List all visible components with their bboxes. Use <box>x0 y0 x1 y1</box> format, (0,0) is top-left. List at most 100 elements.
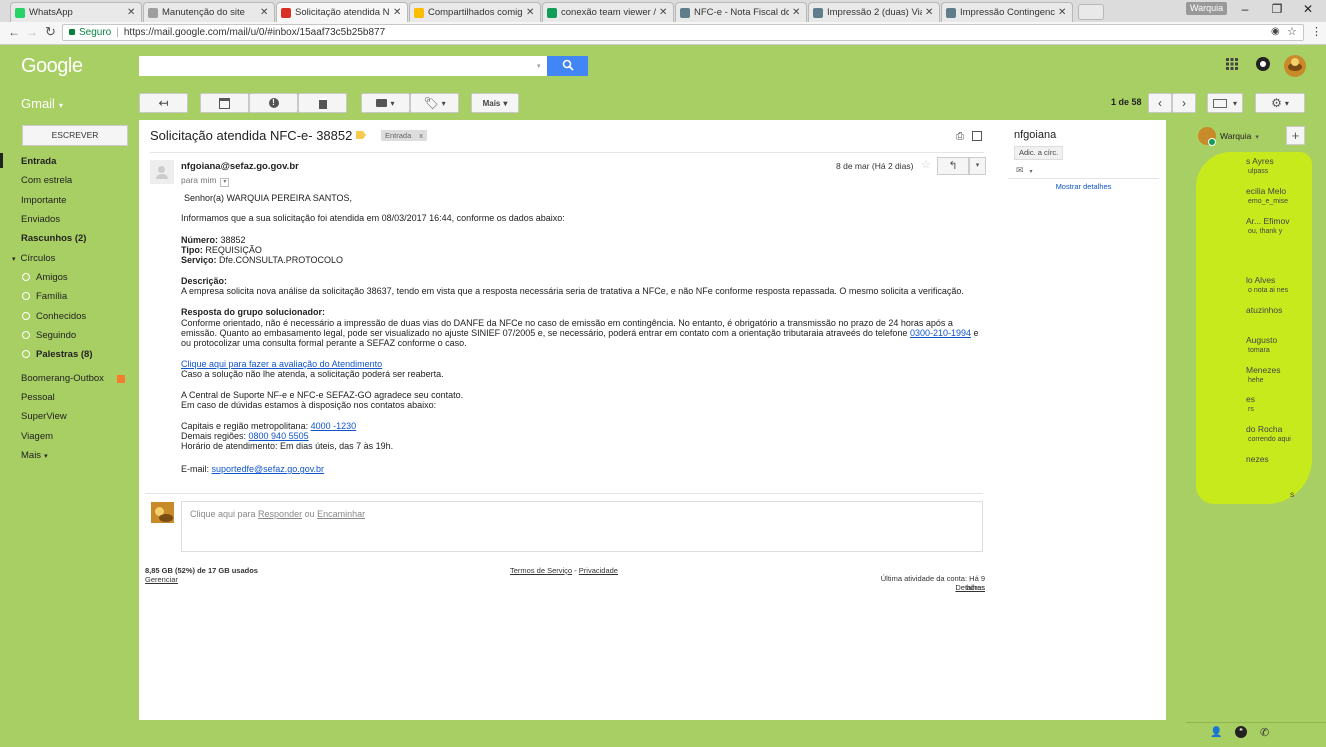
chat-contact-name[interactable]: Augusto <box>1246 335 1277 345</box>
bookmark-star-icon[interactable]: ☆ <box>1287 25 1297 38</box>
chat-contact-name[interactable]: nezes <box>1246 454 1269 464</box>
apps-grid-icon[interactable] <box>1226 58 1238 70</box>
chat-contact-name[interactable]: lo Alves <box>1246 275 1275 285</box>
delete-button[interactable] <box>298 93 347 113</box>
sidebar-item[interactable]: Seguindo <box>22 330 76 341</box>
browser-tab[interactable]: Manutenção do site ✕ <box>143 2 275 22</box>
archive-button[interactable] <box>200 93 249 113</box>
mail-icon[interactable]: ✉ ▾ <box>1016 165 1033 176</box>
sidebar-item[interactable]: Pessoal <box>21 392 55 403</box>
tab-close-icon[interactable]: ✕ <box>1058 7 1068 18</box>
recipient-line[interactable]: para mim ▾ <box>181 175 230 187</box>
sidebar-item[interactable]: Viagem <box>21 431 53 442</box>
tab-close-icon[interactable]: ✕ <box>127 7 137 18</box>
tab-close-icon[interactable]: ✕ <box>792 7 802 18</box>
sidebar-item[interactable]: Importante <box>21 195 66 206</box>
gmail-menu[interactable]: Gmail ▾ <box>21 96 63 111</box>
manage-storage-link[interactable]: Gerenciar <box>145 575 178 584</box>
hangouts-icon[interactable]: ❝ <box>1235 726 1247 738</box>
more-actions-button[interactable]: ▾ <box>969 157 986 175</box>
support-phone-link[interactable]: 0300-210-1994 <box>910 328 971 338</box>
chat-contact-name[interactable]: atuzinhos <box>1246 305 1282 315</box>
sender-email[interactable]: nfgoiana@sefaz.go.gov.br <box>181 161 299 172</box>
sidebar-item[interactable]: Conhecidos <box>22 311 86 322</box>
tab-close-icon[interactable]: ✕ <box>393 7 403 18</box>
sidebar-item[interactable]: Entrada <box>21 156 56 167</box>
chat-contact-name[interactable]: Ar... Efimov <box>1246 216 1289 226</box>
search-input[interactable] <box>139 56 547 76</box>
tab-close-icon[interactable]: ✕ <box>659 7 669 18</box>
chat-contact-name[interactable]: do Rocha <box>1246 424 1282 434</box>
browser-tab[interactable]: Solicitação atendida NFC✕ <box>276 2 408 22</box>
sidebar-item[interactable]: SuperView <box>21 411 67 422</box>
add-to-circles-button[interactable]: Adic. a círc. <box>1014 146 1064 160</box>
sidebar-item[interactable]: Com estrela <box>21 175 72 186</box>
new-tab-button[interactable] <box>1078 4 1104 20</box>
demais-phone-link[interactable]: 0800 940 5505 <box>249 431 309 441</box>
sidebar-item[interactable]: ▾ Círculos <box>12 253 55 264</box>
report-spam-button[interactable]: ! <box>249 93 298 113</box>
sidebar-item[interactable]: Enviados <box>21 214 60 225</box>
reload-icon[interactable]: ↻ <box>45 24 56 40</box>
browser-tab[interactable]: conexão team viewer / c ✕ <box>542 2 674 22</box>
newer-button[interactable]: ‹ <box>1148 93 1172 113</box>
chat-status-menu[interactable]: Warquia ▾ <box>1220 131 1259 141</box>
show-details-icon[interactable]: ▾ <box>220 178 230 187</box>
notifications-icon[interactable] <box>1256 57 1270 71</box>
chat-contact-name[interactable]: s <box>1290 489 1294 499</box>
tab-close-icon[interactable]: ✕ <box>526 7 536 18</box>
address-bar[interactable]: Seguro | https://mail.google.com/mail/u/0/… <box>62 24 1304 41</box>
input-tools-button[interactable]: ▾ <box>1207 93 1243 113</box>
print-icon[interactable]: ⎙ <box>956 131 964 142</box>
browser-tab[interactable]: NFC-e - Nota Fiscal do C✕ <box>675 2 807 22</box>
reply-box[interactable]: Clique aqui para Responder ou Encaminhar <box>181 501 983 552</box>
move-to-button[interactable]: ▾ <box>361 93 410 113</box>
browser-menu-icon[interactable]: ⋮ <box>1311 25 1322 38</box>
forward-icon[interactable]: → <box>26 25 38 39</box>
forward-link[interactable]: Encaminhar <box>317 509 365 519</box>
reply-button[interactable]: ↰ <box>937 157 969 175</box>
new-window-icon[interactable] <box>972 131 982 141</box>
sidebar-item[interactable]: Mais ▾ <box>21 450 48 461</box>
evaluation-link[interactable]: Clique aqui para fazer a avaliação do At… <box>181 359 382 370</box>
remove-label-icon[interactable]: x <box>419 131 423 140</box>
search-button[interactable] <box>547 56 588 76</box>
show-details-link[interactable]: Mostrar detalhes <box>1008 182 1159 191</box>
capitais-phone-link[interactable]: 4000 -1230 <box>311 421 357 431</box>
browser-tab[interactable]: Impressão 2 (duas) Vias ✕ <box>808 2 940 22</box>
compose-button[interactable]: ESCREVER <box>22 125 128 146</box>
new-chat-button[interactable]: + <box>1286 126 1305 145</box>
browser-tab[interactable]: Compartilhados comigo ✕ <box>409 2 541 22</box>
sidebar-item[interactable]: Amigos <box>22 272 68 283</box>
chat-contact-name[interactable]: Menezes <box>1246 365 1281 375</box>
tab-close-icon[interactable]: ✕ <box>925 7 935 18</box>
star-icon[interactable]: ☆ <box>921 158 931 171</box>
close-window-icon[interactable]: ✕ <box>1297 2 1319 16</box>
older-button[interactable]: › <box>1172 93 1196 113</box>
activity-details-link[interactable]: Detalhes <box>860 583 985 592</box>
sidebar-item[interactable]: Família <box>22 291 67 302</box>
sidebar-item[interactable]: Palestras (8) <box>22 349 93 360</box>
account-avatar[interactable] <box>1284 55 1306 77</box>
sidebar-item[interactable]: Rascunhos (2) <box>21 233 86 244</box>
tab-close-icon[interactable]: ✕ <box>260 7 270 18</box>
back-icon[interactable]: ← <box>8 25 20 39</box>
reply-link[interactable]: Responder <box>258 509 302 519</box>
search-options-icon[interactable]: ▾ <box>537 62 541 70</box>
privacy-link[interactable]: Privacidade <box>579 566 618 575</box>
more-button[interactable]: Mais ▾ <box>471 93 519 113</box>
sidebar-item[interactable]: Boomerang-Outbox <box>21 373 104 384</box>
phone-icon[interactable]: ✆ <box>1260 726 1269 739</box>
google-logo[interactable]: Google <box>21 55 83 78</box>
support-email-link[interactable]: suportedfe@sefaz.go.gov.br <box>212 464 325 474</box>
restore-icon[interactable]: ❐ <box>1266 2 1288 16</box>
profile-chip[interactable]: Warquia <box>1186 2 1228 15</box>
settings-button[interactable]: ⚙ ▾ <box>1255 93 1305 113</box>
labels-button[interactable]: 🏷 ▾ <box>410 93 459 113</box>
chat-avatar[interactable] <box>1198 127 1216 146</box>
chat-contact-name[interactable]: s Ayres <box>1246 156 1274 166</box>
browser-tab[interactable]: Impressão Contingencia ✕ <box>941 2 1073 22</box>
inbox-label-chip[interactable]: Entrada x <box>381 130 428 141</box>
minimize-icon[interactable]: – <box>1234 2 1256 16</box>
eye-icon[interactable]: ◉ <box>1271 26 1280 37</box>
